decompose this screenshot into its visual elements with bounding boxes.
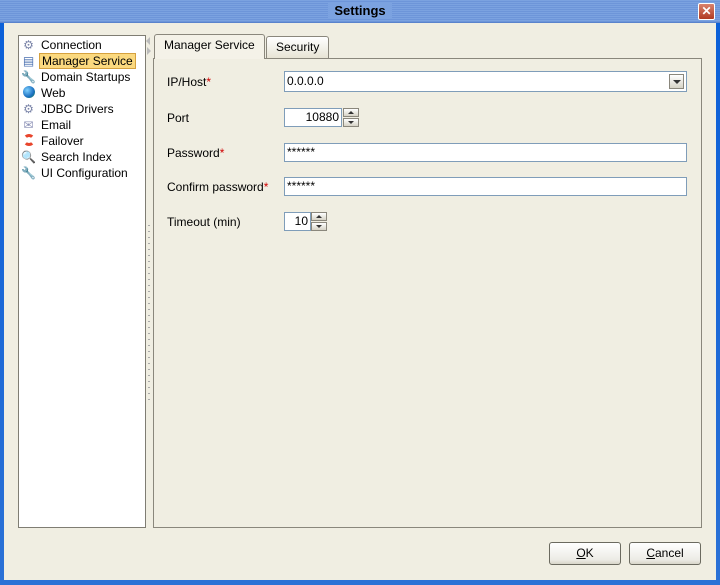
tree-item-ui-configuration[interactable]: 🔧 UI Configuration: [21, 165, 130, 181]
password-label: Password*: [167, 146, 225, 160]
search-index-icon: 🔍: [21, 149, 36, 164]
port-spinner: [343, 108, 359, 127]
port-label: Port: [167, 111, 190, 125]
connection-gear-icon: ⚙: [23, 37, 34, 52]
envelope-icon: ✉: [23, 117, 34, 132]
wrench-icon: 🔧: [21, 165, 36, 180]
tree-item-manager-service[interactable]: ▤ Manager Service: [21, 53, 136, 69]
manager-service-panel: [153, 58, 702, 528]
title-bar[interactable]: Settings ✕: [0, 0, 720, 23]
wrench-icon: 🔧: [21, 69, 36, 84]
tab-manager-service[interactable]: Manager Service: [154, 34, 265, 59]
tree-item-web[interactable]: Web: [21, 85, 67, 101]
dialog-body: ⚙ Connection ▤ Manager Service 🔧 Domain …: [4, 23, 716, 580]
cancel-button[interactable]: Cancel: [629, 542, 701, 565]
password-field[interactable]: ******: [284, 143, 687, 162]
splitter-grip: [148, 225, 150, 405]
gears-icon: ⚙: [23, 101, 34, 116]
port-spinner-field[interactable]: 10880: [284, 108, 342, 127]
timeout-spinner-field[interactable]: 10: [284, 212, 311, 231]
tree-item-email[interactable]: ✉ Email: [21, 117, 73, 133]
ip-host-label: IP/Host*: [167, 75, 212, 89]
tree-item-search-index[interactable]: 🔍 Search Index: [21, 149, 114, 165]
tree-item-jdbc-drivers[interactable]: ⚙ JDBC Drivers: [21, 101, 116, 117]
close-icon[interactable]: ✕: [698, 3, 715, 20]
settings-window: Settings ✕ ⚙ Connection ▤ Manager Servic…: [0, 0, 720, 585]
globe-icon: [21, 85, 36, 101]
manager-service-icon: ▤: [22, 53, 35, 68]
tree-item-domain-startups[interactable]: 🔧 Domain Startups: [21, 69, 132, 85]
timeout-decrement-button[interactable]: [311, 222, 327, 231]
port-increment-button[interactable]: [343, 108, 359, 117]
port-decrement-button[interactable]: [343, 118, 359, 127]
timeout-increment-button[interactable]: [311, 212, 327, 221]
timeout-label: Timeout (min): [167, 215, 241, 229]
tree-item-failover[interactable]: Failover: [21, 133, 86, 149]
ok-button[interactable]: OK: [549, 542, 621, 565]
settings-category-tree: ⚙ Connection ▤ Manager Service 🔧 Domain …: [18, 35, 146, 528]
ip-host-combobox[interactable]: 0.0.0.0: [284, 71, 687, 92]
split-pane-divider[interactable]: [146, 35, 152, 526]
window-title: Settings: [328, 3, 392, 18]
tree-item-connection[interactable]: ⚙ Connection: [21, 37, 104, 53]
expand-right-icon[interactable]: [147, 47, 151, 55]
confirm-password-field[interactable]: ******: [284, 177, 687, 196]
lifebuoy-icon: [21, 133, 36, 149]
tab-security[interactable]: Security: [266, 36, 330, 58]
timeout-spinner: [311, 212, 327, 231]
confirm-password-label: Confirm password*: [167, 180, 269, 194]
chevron-down-icon[interactable]: [669, 74, 684, 89]
collapse-left-icon[interactable]: [146, 37, 150, 45]
